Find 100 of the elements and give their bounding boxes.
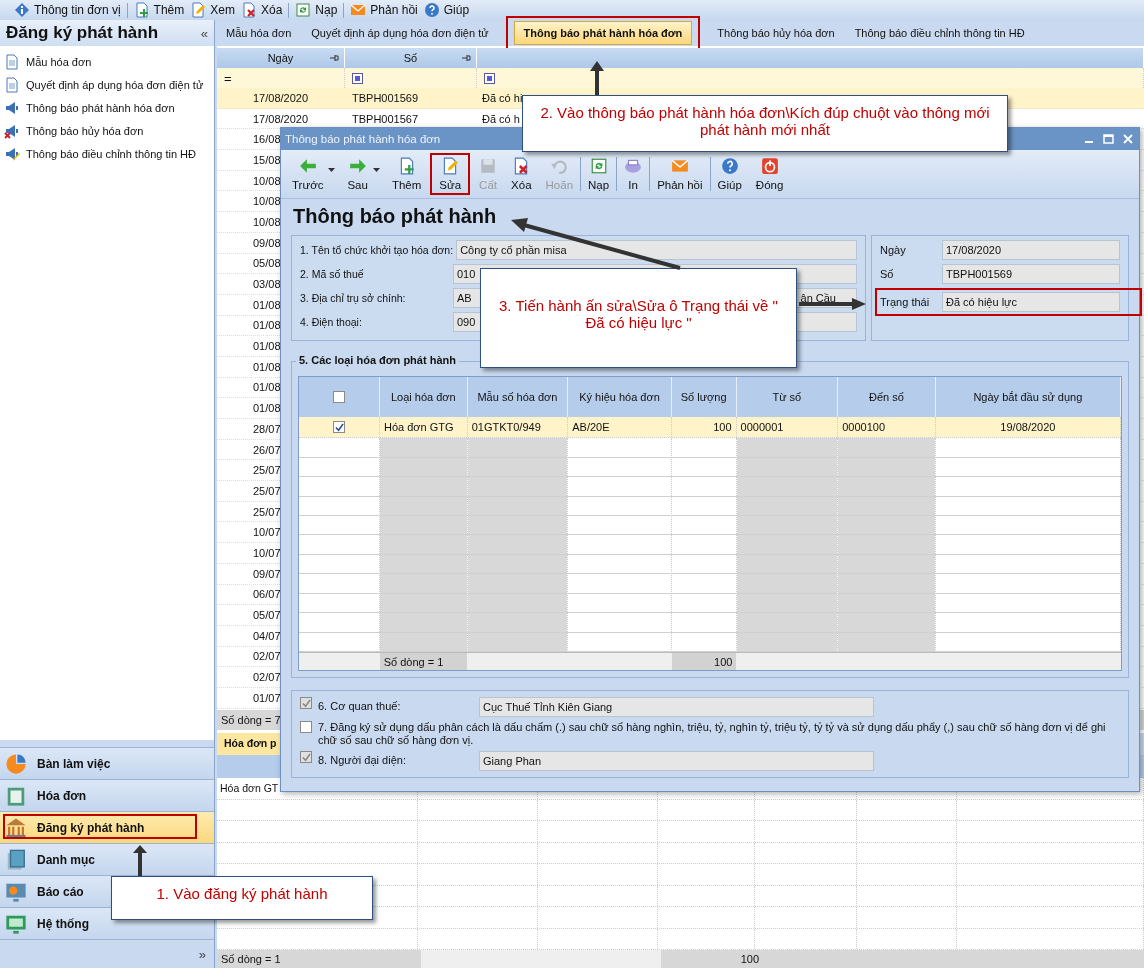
toolbar-button[interactable]: Phản hồi [350, 1, 418, 19]
table-cell: 01/08 [253, 340, 281, 353]
toolbar-button[interactable]: Thông tin đơn vị [14, 1, 121, 19]
form-heading: Thông báo phát hành [292, 204, 498, 229]
filter-icon[interactable] [484, 72, 495, 84]
toolbar-button[interactable]: Nạp [581, 157, 617, 191]
toolbar-button[interactable]: Xem [190, 1, 235, 19]
window-title: Thông báo phát hành hóa đơn [285, 133, 441, 145]
tab[interactable]: Thông báo hủy hóa đơn [708, 22, 844, 44]
nav-item[interactable]: Bàn làm việc [0, 748, 214, 780]
arrow [590, 61, 604, 95]
help-icon [423, 2, 440, 18]
table-cell: 10/08 [253, 215, 281, 228]
delete-icon [240, 2, 257, 18]
close-icon[interactable] [1123, 134, 1133, 144]
checkbox[interactable] [333, 421, 345, 433]
column-header[interactable]: Ngày [267, 52, 294, 64]
text-field[interactable]: Công ty cổ phần misa [456, 240, 857, 260]
toolbar-button[interactable]: Trước [285, 157, 331, 191]
toolbar-button[interactable]: Đóng [748, 157, 791, 191]
callout-text: 3. Tiến hành ấn sửa\Sửa ô Trạng thái về " Đã có hiệu lực " [499, 297, 778, 331]
table-cell: 02/07 [253, 650, 281, 663]
table-cell: 05/08 [253, 257, 281, 270]
printer-icon [624, 157, 643, 175]
table-cell: 0000001 [740, 421, 784, 433]
field-label: 3. Địa chỉ trụ sở chính: [300, 292, 407, 304]
checkbox[interactable] [333, 391, 345, 403]
table-cell: 10/08 [253, 195, 281, 208]
collapse-button[interactable]: « [200, 25, 208, 41]
tab[interactable]: Hóa đơn p [217, 733, 281, 755]
toolbar-button[interactable]: Giúp [423, 1, 470, 19]
text-field[interactable]: 17/08/2020 [942, 240, 1120, 260]
documents-icon [5, 848, 27, 871]
more-button[interactable]: » [198, 946, 206, 962]
filter-icon[interactable] [352, 72, 363, 84]
table-cell: Đã có h [482, 112, 520, 125]
table-cell: Hóa đơn GTG [384, 421, 454, 433]
info-icon [14, 2, 30, 18]
field-label: Trạng thái [880, 296, 931, 308]
field-label: 6. Cơ quan thuế: [318, 699, 402, 712]
table-cell: 0000100 [842, 421, 885, 433]
caret-icon[interactable] [372, 168, 380, 172]
sidebar-item[interactable]: Quyết định áp dụng hóa đơn điện tử [0, 73, 214, 96]
field-label: Ngày [880, 244, 907, 256]
table-cell: 02/07 [253, 671, 281, 684]
maximize-icon[interactable] [1103, 134, 1114, 144]
arrow [133, 845, 147, 876]
table-cell: 06/07 [253, 588, 281, 601]
toolbar-button[interactable]: Sửa [432, 157, 469, 191]
table-cell: 01/08 [253, 402, 281, 415]
nav-item[interactable]: Hóa đơn [0, 780, 214, 812]
text-field[interactable]: TBPH001569 [942, 264, 1120, 284]
table-cell: 100 [713, 421, 732, 433]
sidebar-item[interactable]: Thông báo phát hành hóa đơn [0, 96, 214, 119]
pie-chart-icon [5, 752, 27, 775]
table-cell: 17/08/2020 [253, 112, 309, 125]
text-field[interactable]: Đã có hiệu lực [942, 292, 1120, 312]
field-label: 2. Mã số thuế [300, 268, 365, 280]
toolbar-button[interactable]: Xóa [240, 1, 283, 19]
toolbar-button[interactable]: Nạp [295, 1, 338, 19]
toolbar-button[interactable]: Sau [340, 157, 375, 191]
pin-icon[interactable] [329, 53, 339, 63]
toolbar-button[interactable]: Xóa [504, 157, 539, 191]
tab[interactable]: Mẫu hóa đơn [217, 22, 301, 44]
arrow-left-icon [298, 157, 317, 175]
pin-icon[interactable] [461, 53, 471, 63]
toolbar-button[interactable]: Phản hồi [650, 157, 710, 191]
table-cell: 05/07 [253, 609, 281, 622]
filter-operator[interactable]: = [224, 70, 232, 86]
row-count: Số dòng = 1 [220, 953, 282, 965]
envelope-icon [670, 157, 689, 175]
group-title: 5. Các loại hóa đơn phát hành [296, 354, 459, 366]
tab[interactable]: Thông báo điều chỉnh thông tin HĐ [845, 22, 1034, 44]
tab[interactable]: Quyết định áp dụng hóa đơn điện tử [302, 22, 498, 44]
caret-icon[interactable] [328, 168, 336, 172]
row-count: Số dòng = 1 [379, 653, 468, 670]
sidebar-item[interactable]: Thông báo hủy hóa đơn [0, 119, 214, 142]
toolbar-button[interactable]: Giúp [710, 157, 749, 191]
column-header[interactable]: Ký hiệu hóa đơn [579, 391, 660, 403]
bank-icon [5, 816, 27, 839]
table-cell: 15/08 [253, 153, 281, 166]
nav-item[interactable]: Danh mục [0, 844, 214, 876]
table-cell: 01/08 [253, 319, 281, 332]
column-header[interactable]: Số [403, 52, 418, 64]
megaphone-icon [4, 122, 20, 139]
tab[interactable]: Thông báo phát hành hóa đơn [513, 21, 693, 45]
edit-icon [190, 2, 207, 18]
undo-icon [550, 157, 569, 175]
checkbox[interactable] [300, 721, 312, 733]
table-cell: 25/07 [253, 505, 281, 518]
nav-item[interactable]: Đăng ký phát hành [0, 812, 214, 844]
toolbar-button[interactable]: Thêm [133, 1, 185, 19]
table-cell: 19/08/2020 [1000, 421, 1056, 433]
toolbar-button[interactable]: Thêm [384, 157, 429, 191]
column-header[interactable]: Số lượng [680, 391, 727, 403]
column-header[interactable]: Ngày bắt đầu sử dụng [973, 391, 1083, 403]
sidebar-item[interactable]: Mẫu hóa đơn [0, 50, 214, 73]
sidebar-item[interactable]: Thông báo điều chỉnh thông tin HĐ [0, 142, 214, 165]
toolbar-button[interactable]: In [617, 157, 650, 191]
table-cell: 17/08/2020 [253, 91, 309, 104]
